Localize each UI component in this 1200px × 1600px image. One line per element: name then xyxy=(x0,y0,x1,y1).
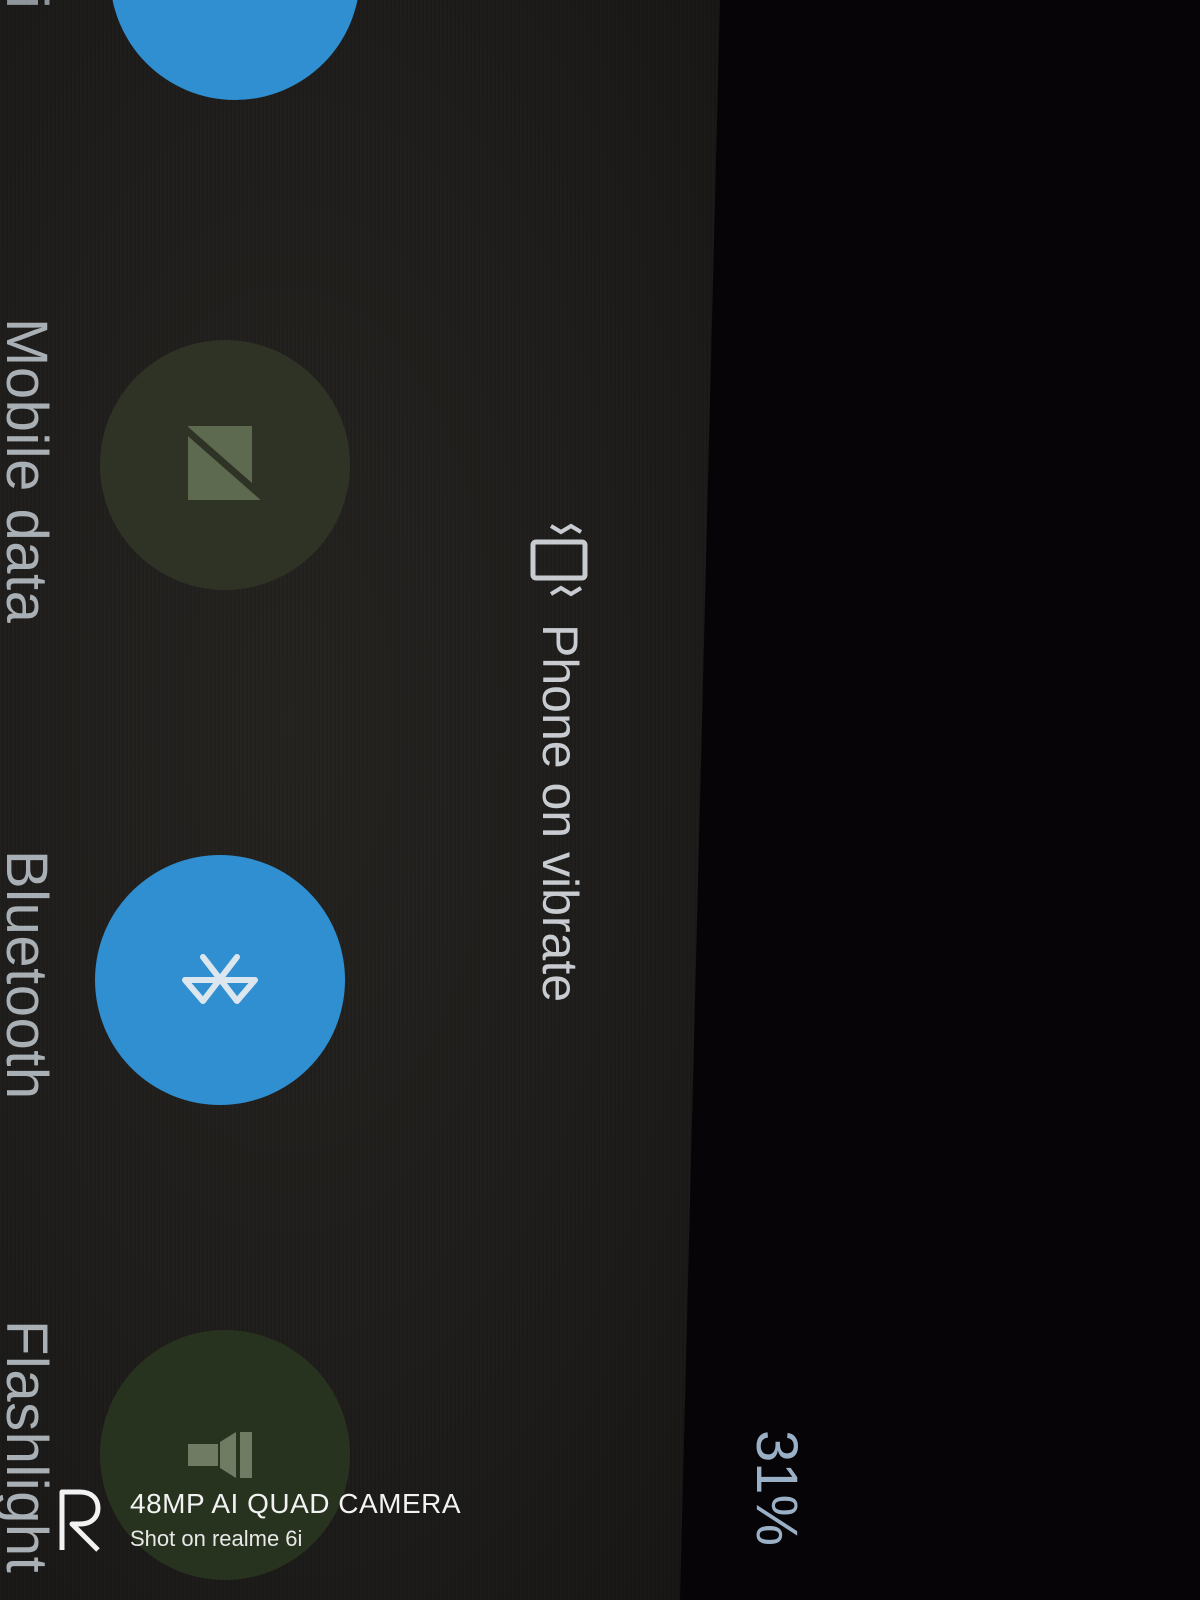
realme-logo-icon xyxy=(59,1489,101,1552)
battery-percentage: 31% xyxy=(744,1430,809,1547)
mobile-data-tile[interactable] xyxy=(100,340,350,590)
quick-settings-panel: Fi Mobile data Phone on vibrate B xyxy=(0,0,809,1600)
mobile-data-label: Mobile data xyxy=(0,318,59,624)
flashlight-label: Flashlight xyxy=(0,1320,59,1574)
watermark-device-text: Shot on realme 6i xyxy=(130,1526,303,1551)
vibrate-status-row[interactable]: Phone on vibrate xyxy=(520,520,600,1002)
mobile-data-off-icon xyxy=(181,425,269,503)
photo: Fi Mobile data Phone on vibrate B xyxy=(0,0,1200,1600)
vibrate-status-text: Phone on vibrate xyxy=(532,624,588,1003)
vibrate-icon xyxy=(530,523,588,597)
camera-watermark: 48MP AI QUAD CAMERA Shot on realme 6i xyxy=(56,1488,461,1552)
wifi-tile[interactable] xyxy=(110,0,360,100)
bluetooth-tile[interactable] xyxy=(95,855,345,1105)
wifi-label-partial: Fi xyxy=(0,0,60,9)
bluetooth-icon xyxy=(182,954,258,1004)
flashlight-icon xyxy=(188,1432,252,1478)
watermark-camera-text: 48MP AI QUAD CAMERA xyxy=(130,1488,462,1519)
bluetooth-label: Bluetooth xyxy=(0,850,59,1100)
